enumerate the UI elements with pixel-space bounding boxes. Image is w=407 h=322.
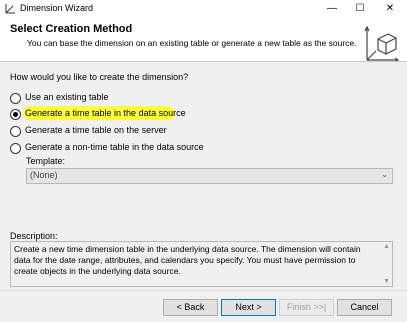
minimize-button[interactable]: —: [318, 0, 346, 17]
window-title: Dimension Wizard: [20, 3, 94, 13]
cancel-button[interactable]: Cancel: [337, 299, 392, 316]
description-box: Create a new time dimension table in the…: [10, 241, 393, 287]
title-bar: Dimension Wizard — ☐ ✕: [0, 0, 407, 17]
chevron-down-icon: ⌄: [381, 170, 388, 179]
next-button[interactable]: Next >: [221, 299, 276, 316]
description-text: Create a new time dimension table in the…: [14, 244, 361, 276]
finish-button[interactable]: Finish >>|: [279, 299, 334, 316]
cube-axis-icon: [364, 25, 399, 63]
description-label: Description:: [10, 231, 58, 241]
wizard-header: Select Creation Method You can base the …: [0, 17, 407, 63]
option-label: Generate a time table in the data source: [25, 108, 186, 118]
option-label: Use an existing table: [25, 92, 109, 102]
radio-button[interactable]: [10, 126, 21, 137]
wizard-content: How would you like to create the dimensi…: [0, 62, 407, 290]
option-label: Generate a time table on the server: [25, 125, 167, 135]
question-label: How would you like to create the dimensi…: [10, 72, 189, 82]
page-subtitle: You can base the dimension on an existin…: [27, 38, 357, 48]
maximize-button[interactable]: ☐: [346, 0, 374, 17]
radio-button[interactable]: [10, 143, 21, 154]
wizard-footer: < Back Next > Finish >>| Cancel: [0, 291, 407, 322]
close-button[interactable]: ✕: [376, 0, 404, 17]
scroll-up-icon[interactable]: ▲: [383, 243, 390, 250]
dimension-wizard-icon: [5, 4, 15, 14]
scroll-down-icon[interactable]: ▼: [383, 278, 390, 285]
page-title: Select Creation Method: [10, 23, 133, 35]
radio-button[interactable]: [10, 93, 21, 104]
template-value: (None): [30, 170, 58, 180]
description-scrollbar[interactable]: ▲ ▼: [380, 242, 392, 286]
option-label: Generate a non-time table in the data so…: [25, 142, 204, 152]
template-label: Template:: [26, 156, 66, 166]
template-dropdown[interactable]: (None) ⌄: [26, 168, 393, 184]
radio-button-selected[interactable]: [10, 109, 21, 120]
back-button[interactable]: < Back: [163, 299, 218, 316]
